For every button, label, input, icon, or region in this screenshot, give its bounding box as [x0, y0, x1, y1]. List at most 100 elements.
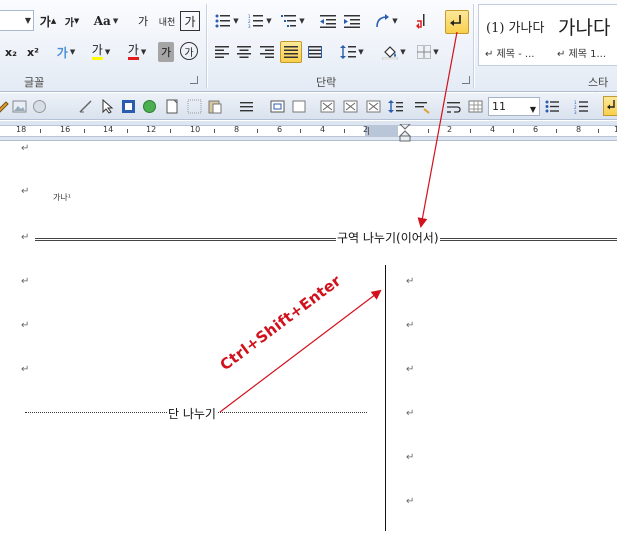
picture-icon[interactable]	[12, 99, 27, 114]
font-color-button[interactable]: 가 ▼	[122, 42, 152, 62]
text-direction-button[interactable]	[412, 11, 434, 31]
grow-font-button[interactable]: 가 ▲	[38, 11, 58, 31]
paragraph-dialog-launcher-icon[interactable]	[462, 76, 470, 84]
svg-text:3: 3	[574, 110, 577, 114]
wrap-text-icon[interactable]	[446, 99, 461, 114]
change-case-label: Aa	[93, 14, 111, 28]
table-frame-icon[interactable]: ▼	[292, 99, 307, 114]
numbering-button[interactable]: 1 2 3 ▼	[246, 11, 274, 31]
delete-cell-icon[interactable]	[320, 99, 335, 114]
highlight-label: 가	[91, 44, 103, 60]
subscript-button[interactable]: x₂	[2, 42, 20, 62]
grid-icon[interactable]	[187, 99, 202, 114]
green-circle-icon[interactable]	[142, 99, 157, 114]
bullets-dropdown-icon[interactable]: ▼	[545, 99, 560, 114]
draw-line-icon[interactable]	[78, 99, 93, 114]
horizontal-ruler[interactable]: 18 16 14 12 10 8 6 4 2 2 4 6 8 10	[0, 121, 617, 142]
phonetic-guide-label: 가	[137, 15, 149, 28]
distributed-icon	[308, 46, 322, 58]
font-color-label: 가	[127, 44, 139, 60]
paragraph-mark: ↵	[406, 408, 415, 419]
align-right-button[interactable]	[258, 42, 276, 62]
pencil-icon[interactable]	[0, 99, 9, 114]
table-grid-icon[interactable]	[468, 99, 483, 114]
indent-marker-icon[interactable]	[399, 124, 411, 142]
ruler-number: 10	[190, 125, 201, 134]
ruler-number: 12	[146, 125, 157, 134]
style-item-heading[interactable]: (1) 가나다 ↵ 제목 - ...	[479, 5, 549, 65]
bullets-button[interactable]: ▼	[213, 11, 241, 31]
multilevel-list-button[interactable]: ▼	[279, 11, 307, 31]
font-size-input[interactable]: 11 ▼	[488, 97, 540, 116]
font-size-combo[interactable]: ▼	[0, 10, 34, 31]
ruler-number: 18	[16, 125, 27, 134]
character-border-button[interactable]: 가	[180, 11, 200, 31]
font-group-label: 글꼴	[24, 76, 45, 89]
secondary-toolbar: 가나¹ ▼ ▼ ▼ ▼ ▼ 11▼ ▼ 123▼	[0, 93, 617, 202]
delete-row-icon[interactable]	[343, 99, 358, 114]
increase-indent-button[interactable]	[342, 11, 362, 31]
ruler-tick	[40, 129, 41, 133]
ruler-number: 16	[60, 125, 71, 134]
paragraph-mark: ↵	[21, 143, 30, 154]
ruler-column-gap[interactable]	[365, 125, 398, 137]
ribbon: ▼ 가 ▲ 가 ▼ Aa ▼ 가 내천 가 x₂ x² 가 ▼ 가 ▼ 가 ▼ 가 가 글꼴…	[0, 0, 617, 105]
phonetic-guide-button[interactable]: 가	[133, 11, 153, 31]
toolbar-line-break-button[interactable]	[603, 96, 617, 116]
ruler-tick	[556, 129, 557, 133]
column-marker[interactable]	[368, 127, 369, 135]
character-shading-button[interactable]: 가	[158, 42, 174, 62]
ruler-number: 14	[103, 125, 114, 134]
paragraph-mark: ↵	[21, 232, 30, 243]
circle-shape-icon[interactable]	[32, 99, 47, 114]
paragraph-mark: ↵	[406, 496, 415, 507]
document-page-icon[interactable]	[165, 99, 180, 114]
cell-margin-icon[interactable]	[270, 99, 285, 114]
justify-button[interactable]	[280, 41, 302, 63]
ruler-tick	[127, 129, 128, 133]
numbering-dropdown-icon[interactable]: 123▼	[574, 99, 589, 114]
line-spacing-button[interactable]: ▼	[338, 42, 366, 62]
borders-icon	[417, 45, 432, 59]
text-box-icon[interactable]	[121, 99, 136, 114]
cursor-icon[interactable]	[100, 99, 115, 114]
enclose-circle-label: 가	[184, 47, 194, 59]
ruler-tick	[470, 129, 471, 133]
enclose-characters-label: 내천	[158, 17, 176, 28]
font-dialog-launcher-icon[interactable]	[190, 76, 198, 84]
delete-column-icon[interactable]	[366, 99, 381, 114]
shrink-font-label: 가	[64, 17, 74, 29]
align-center-icon	[237, 46, 251, 58]
text-effects-button[interactable]: 가 ▼	[52, 42, 80, 62]
font-size-value: 11	[492, 100, 506, 113]
sort-button[interactable]: ▼	[372, 11, 400, 31]
ruler-tick	[598, 129, 599, 133]
paragraph-mark: ↵	[406, 452, 415, 463]
shrink-font-button[interactable]: 가 ▼	[62, 11, 82, 31]
borders-button[interactable]: ▼	[414, 42, 442, 62]
enter-arrow-icon	[607, 100, 615, 110]
styles-gallery[interactable]: (1) 가나다 ↵ 제목 - ... 가나다 ↵ 제목 1...	[478, 4, 617, 66]
ruler-number: 8	[234, 125, 240, 134]
enclose-circle-button[interactable]: 가	[180, 42, 198, 60]
style-item-heading-1[interactable]: 가나다 ↵ 제목 1...	[553, 5, 617, 65]
paint-bucket-icon	[382, 46, 399, 60]
format-painter-icon[interactable]: ▼	[415, 99, 430, 114]
paste-icon[interactable]: ▼	[208, 99, 223, 114]
superscript-button[interactable]: x²	[24, 42, 42, 62]
shortcut-annotation: Ctrl+Shift+Enter	[216, 271, 345, 375]
dingbat-label: 가나	[53, 193, 68, 202]
line-spacing-icon[interactable]: ▼	[388, 99, 403, 114]
align-left-button[interactable]	[213, 42, 231, 62]
align-center-button[interactable]	[235, 42, 253, 62]
distributed-button[interactable]	[306, 42, 324, 62]
decrease-indent-button[interactable]	[318, 11, 338, 31]
enclose-characters-button[interactable]: 내천	[156, 11, 178, 31]
line-break-layout-button[interactable]	[445, 10, 469, 34]
align-dropdown-icon[interactable]: ▼	[240, 99, 255, 114]
change-case-button[interactable]: Aa ▼	[92, 11, 120, 31]
dingbat-button[interactable]: 가나¹	[53, 192, 71, 203]
highlight-button[interactable]: 가 ▼	[86, 42, 116, 62]
shading-button[interactable]: ▼	[380, 42, 408, 62]
paragraph-mark: ↵	[21, 186, 30, 197]
